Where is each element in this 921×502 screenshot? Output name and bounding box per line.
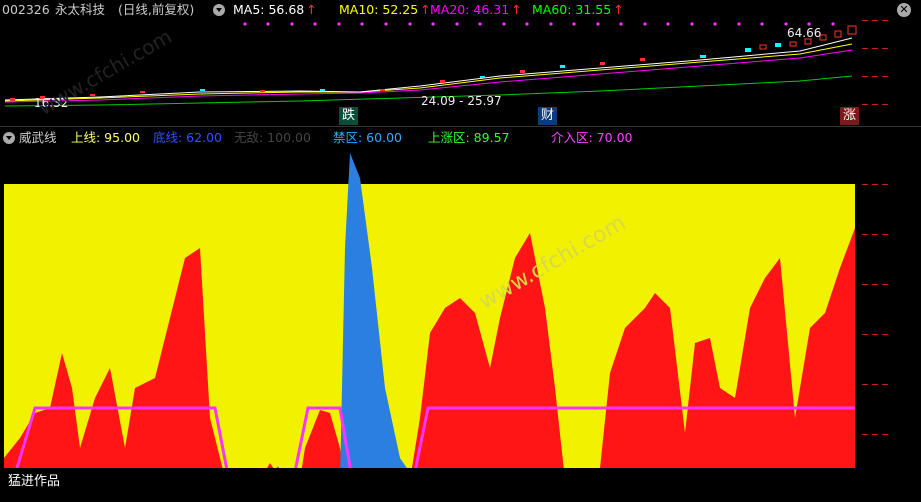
period-label: (日线,前复权) [118, 2, 195, 17]
marker-zhang[interactable]: 涨 [840, 107, 860, 125]
param-entry-zone: 介入区: 70.00 [551, 130, 633, 145]
ma5-label: MA5: 56.68 ↑ [233, 2, 317, 17]
high-price-label: 64.66 [787, 26, 822, 40]
param-upper: 上线: 95.00 [71, 130, 140, 145]
ma60-label: MA60: 31.55 ↑ [532, 2, 624, 17]
main-chart-header: 002326 永太科技 (日线,前复权) MA5: 56.68 ↑ MA10: 5… [0, 0, 921, 20]
param-rise-zone: 上涨区: 89.57 [428, 130, 510, 145]
indicator-name: 威武线 [19, 130, 57, 145]
close-icon[interactable]: ✕ [897, 3, 911, 17]
price-chart [4, 20, 888, 107]
stock-code: 002326 [2, 2, 50, 17]
range-label: 24.09 - 25.97 [421, 94, 502, 108]
right-axis-ticks [862, 20, 888, 105]
indicator-header: 威武线 上线: 95.00 底线: 62.00 无敌: 100.00 禁区: 6… [0, 128, 921, 148]
indicator-dropdown-icon[interactable] [3, 132, 15, 144]
param-forbidden: 禁区: 60.00 [333, 130, 402, 145]
ma20-label: MA20: 46.31 ↑ [430, 2, 522, 17]
param-bottom: 底线: 62.00 [153, 130, 222, 145]
marker-die[interactable]: 跌 [339, 107, 359, 125]
panel-divider [0, 126, 921, 127]
author-footer: 猛进作品 [8, 474, 61, 489]
stock-name: 永太科技 [55, 2, 106, 17]
indicator-chart [4, 153, 888, 468]
magenta-dots [243, 22, 835, 26]
ma10-label: MA10: 52.25 ↑ [339, 2, 431, 17]
marker-cai[interactable]: 财 [538, 107, 558, 125]
param-invincible: 无敌: 100.00 [234, 130, 311, 145]
ma-dropdown-icon[interactable] [213, 4, 225, 16]
indicator-axis-ticks [862, 184, 888, 435]
